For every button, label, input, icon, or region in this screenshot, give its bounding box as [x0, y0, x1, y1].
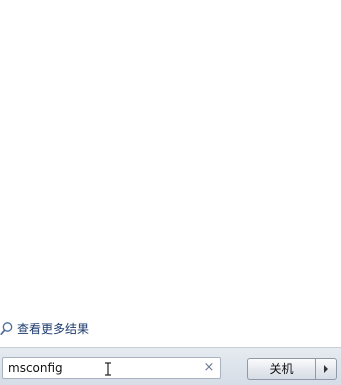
see-more-results-link[interactable]: 查看更多结果 [0, 320, 89, 338]
search-input[interactable]: msconfig × [2, 357, 221, 379]
search-icon [0, 321, 14, 337]
close-icon[interactable]: × [203, 361, 215, 375]
shutdown-options-button[interactable] [315, 358, 337, 380]
shutdown-control: 关机 [247, 358, 337, 380]
shutdown-button[interactable]: 关机 [247, 358, 315, 380]
text-cursor-icon [103, 361, 113, 377]
start-menu: 查看更多结果 msconfig × 关机 [0, 0, 341, 385]
chevron-right-icon [324, 365, 328, 373]
search-input-value: msconfig [8, 361, 63, 375]
see-more-results-label: 查看更多结果 [17, 322, 90, 336]
search-results-area [0, 0, 341, 310]
